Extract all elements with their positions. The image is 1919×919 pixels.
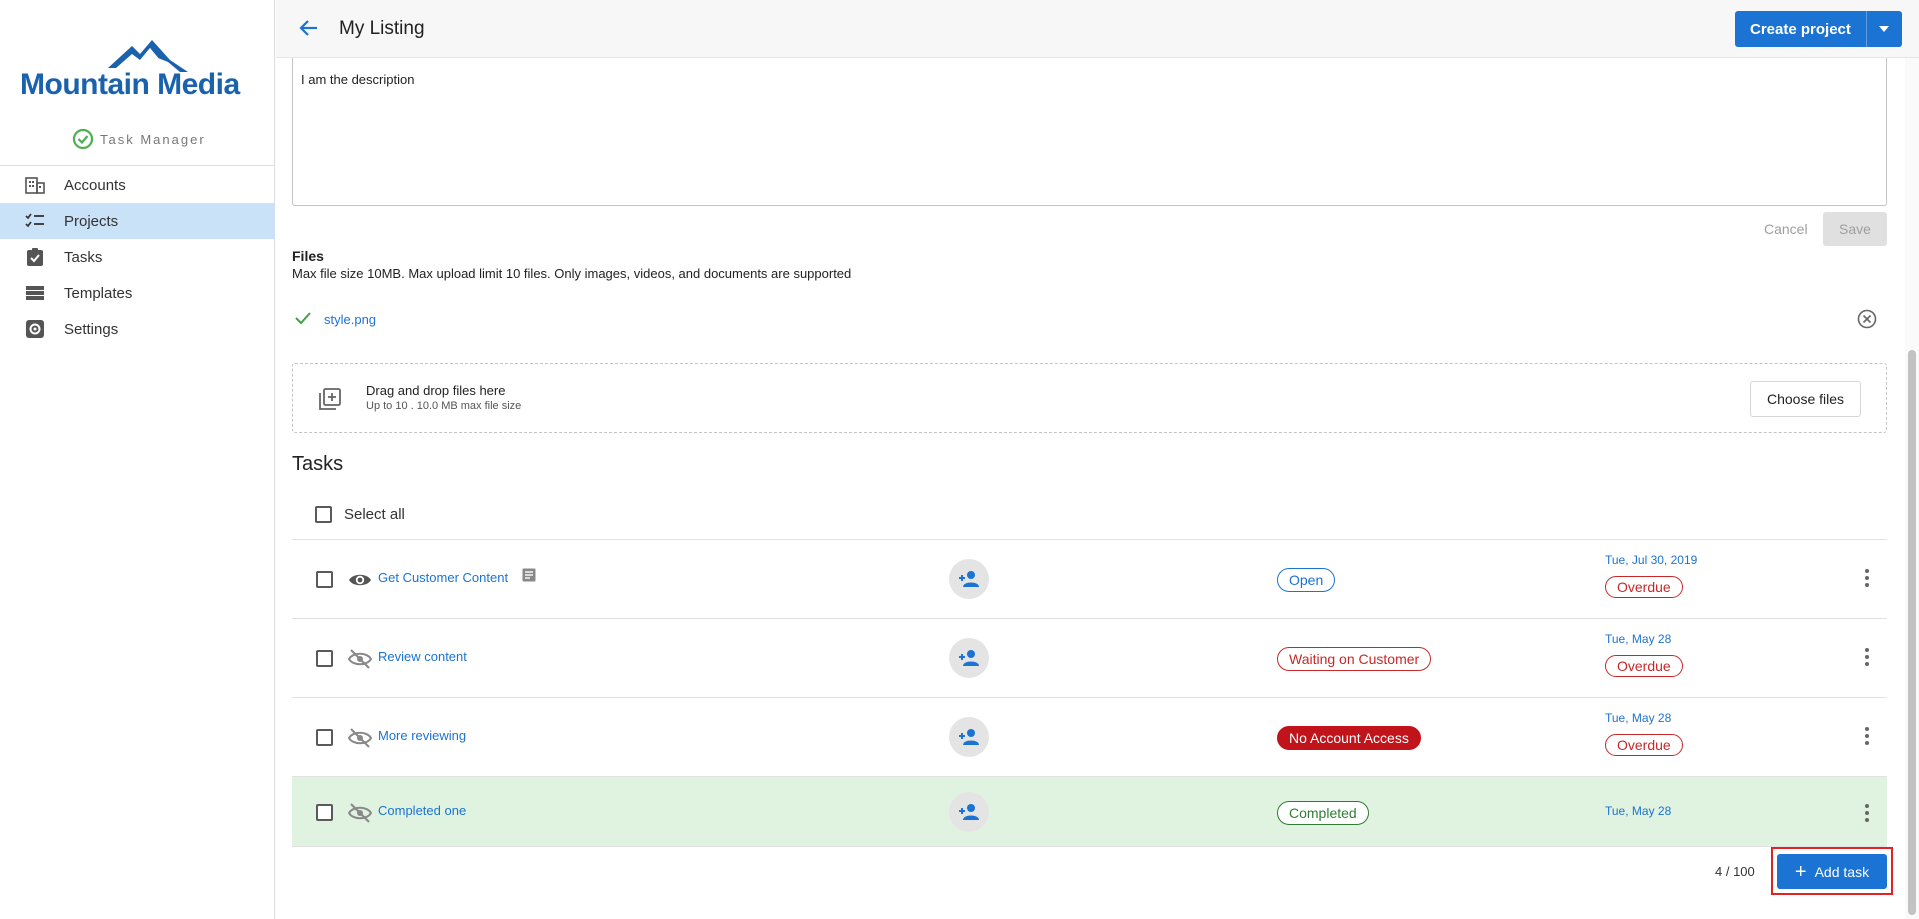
- task-checkbox[interactable]: [316, 804, 333, 821]
- page-title: My Listing: [339, 18, 425, 39]
- task-name-link[interactable]: Review content: [378, 649, 467, 664]
- sidebar-item-label: Settings: [64, 320, 119, 338]
- person-add-icon: [959, 729, 979, 745]
- sidebar-nav: Accounts Projects Tasks Templates Settin…: [0, 167, 275, 347]
- back-arrow-icon[interactable]: [298, 17, 320, 44]
- dropzone-title: Drag and drop files here: [366, 383, 506, 398]
- table-icon: [24, 282, 46, 304]
- checklist-icon: [24, 210, 46, 232]
- sidebar-item-tasks[interactable]: Tasks: [0, 239, 275, 275]
- status-badge[interactable]: Completed: [1277, 801, 1369, 825]
- eye-off-icon[interactable]: [347, 647, 373, 676]
- logo[interactable]: Mountain Media: [20, 32, 256, 104]
- select-all: Select all: [315, 506, 405, 523]
- assign-user-button[interactable]: [949, 638, 989, 678]
- overdue-badge: Overdue: [1605, 655, 1683, 677]
- sidebar-item-settings[interactable]: Settings: [0, 311, 275, 347]
- task-list: Get Customer Content Open Tue, Jul 30, 2…: [292, 539, 1887, 847]
- overdue-badge: Overdue: [1605, 576, 1683, 598]
- files-heading: Files: [292, 248, 324, 264]
- plus-icon: +: [1794, 860, 1807, 883]
- assign-user-button[interactable]: [949, 792, 989, 832]
- add-library-icon: [319, 388, 341, 415]
- check-icon: [294, 309, 312, 332]
- due-date: Tue, May 28: [1605, 632, 1672, 646]
- select-all-label: Select all: [344, 506, 405, 523]
- tasks-heading: Tasks: [292, 453, 344, 475]
- product-name: Task Manager: [100, 131, 206, 147]
- logo-text: Mountain Media: [20, 68, 240, 101]
- add-task-highlight: + Add task: [1771, 847, 1893, 895]
- sidebar-item-label: Accounts: [64, 176, 126, 194]
- add-task-button[interactable]: + Add task: [1777, 854, 1887, 889]
- person-add-icon: [959, 804, 979, 820]
- due-date: Tue, May 28: [1605, 804, 1672, 818]
- status-badge[interactable]: Waiting on Customer: [1277, 647, 1432, 671]
- task-row-completed: Completed one Completed Tue, May 28: [292, 776, 1887, 847]
- task-row: Get Customer Content Open Tue, Jul 30, 2…: [292, 539, 1887, 618]
- description-value: I am the description: [301, 72, 415, 87]
- eye-off-icon[interactable]: [347, 801, 373, 830]
- dropzone-subtitle: Up to 10 . 10.0 MB max file size: [366, 400, 522, 412]
- task-checkbox[interactable]: [316, 571, 333, 588]
- sidebar-divider: [0, 165, 275, 166]
- task-name-link[interactable]: More reviewing: [378, 728, 466, 743]
- sidebar-item-label: Tasks: [64, 248, 103, 266]
- task-name-link[interactable]: Completed one: [378, 803, 466, 818]
- person-add-icon: [959, 571, 979, 587]
- top-bar: My Listing Create project: [276, 0, 1919, 58]
- overdue-badge: Overdue: [1605, 734, 1683, 756]
- eye-icon[interactable]: [348, 568, 372, 597]
- scrollbar-thumb[interactable]: [1908, 350, 1916, 915]
- task-count: 4 / 100: [1715, 864, 1755, 879]
- task-row: Review content Waiting on Customer Tue, …: [292, 618, 1887, 697]
- building-icon: [24, 174, 46, 196]
- sidebar-item-templates[interactable]: Templates: [0, 275, 275, 311]
- task-name-link[interactable]: Get Customer Content: [378, 570, 508, 585]
- gear-icon: [24, 318, 46, 340]
- choose-files-button[interactable]: Choose files: [1750, 381, 1861, 417]
- description-textarea[interactable]: I am the description: [292, 58, 1887, 206]
- assign-user-button[interactable]: [949, 559, 989, 599]
- uploaded-file-row: style.png: [292, 308, 1887, 330]
- more-vert-icon[interactable]: [1864, 647, 1870, 672]
- create-project-split-button: Create project: [1735, 11, 1902, 47]
- sidebar-item-accounts[interactable]: Accounts: [0, 167, 275, 203]
- status-badge[interactable]: Open: [1277, 568, 1336, 592]
- create-project-menu-button[interactable]: [1865, 11, 1902, 47]
- task-checkbox[interactable]: [316, 650, 333, 667]
- add-task-label: Add task: [1814, 863, 1870, 880]
- sidebar: Mountain Media Task Manager Accounts Pro…: [0, 0, 275, 919]
- task-checkbox[interactable]: [316, 729, 333, 746]
- more-vert-icon[interactable]: [1864, 803, 1870, 828]
- caret-down-icon: [1879, 26, 1890, 32]
- create-project-button[interactable]: Create project: [1735, 11, 1866, 47]
- assign-user-button[interactable]: [949, 717, 989, 757]
- remove-file-icon[interactable]: [1856, 308, 1878, 335]
- cancel-button[interactable]: Cancel: [1764, 221, 1808, 237]
- sidebar-item-label: Templates: [64, 284, 133, 302]
- note-icon: [522, 568, 536, 587]
- more-vert-icon[interactable]: [1864, 568, 1870, 593]
- app: Mountain Media Task Manager Accounts Pro…: [0, 0, 1919, 919]
- sidebar-item-label: Projects: [64, 212, 119, 230]
- task-row: More reviewing No Account Access Tue, Ma…: [292, 697, 1887, 776]
- eye-off-icon[interactable]: [347, 726, 373, 755]
- save-button[interactable]: Save: [1823, 212, 1887, 246]
- status-badge[interactable]: No Account Access: [1277, 726, 1421, 750]
- product-label: Task Manager: [72, 128, 206, 150]
- select-all-checkbox[interactable]: [315, 506, 332, 523]
- files-requirements: Max file size 10MB. Max upload limit 10 …: [292, 266, 852, 281]
- sidebar-item-projects[interactable]: Projects: [0, 203, 275, 239]
- person-add-icon: [959, 650, 979, 666]
- clipboard-check-icon: [24, 246, 46, 268]
- more-vert-icon[interactable]: [1864, 726, 1870, 751]
- due-date: Tue, May 28: [1605, 711, 1672, 725]
- file-dropzone[interactable]: Drag and drop files here Up to 10 . 10.0…: [292, 363, 1887, 433]
- file-link[interactable]: style.png: [324, 312, 376, 327]
- due-date: Tue, Jul 30, 2019: [1605, 553, 1698, 567]
- check-circle-icon: [72, 128, 94, 150]
